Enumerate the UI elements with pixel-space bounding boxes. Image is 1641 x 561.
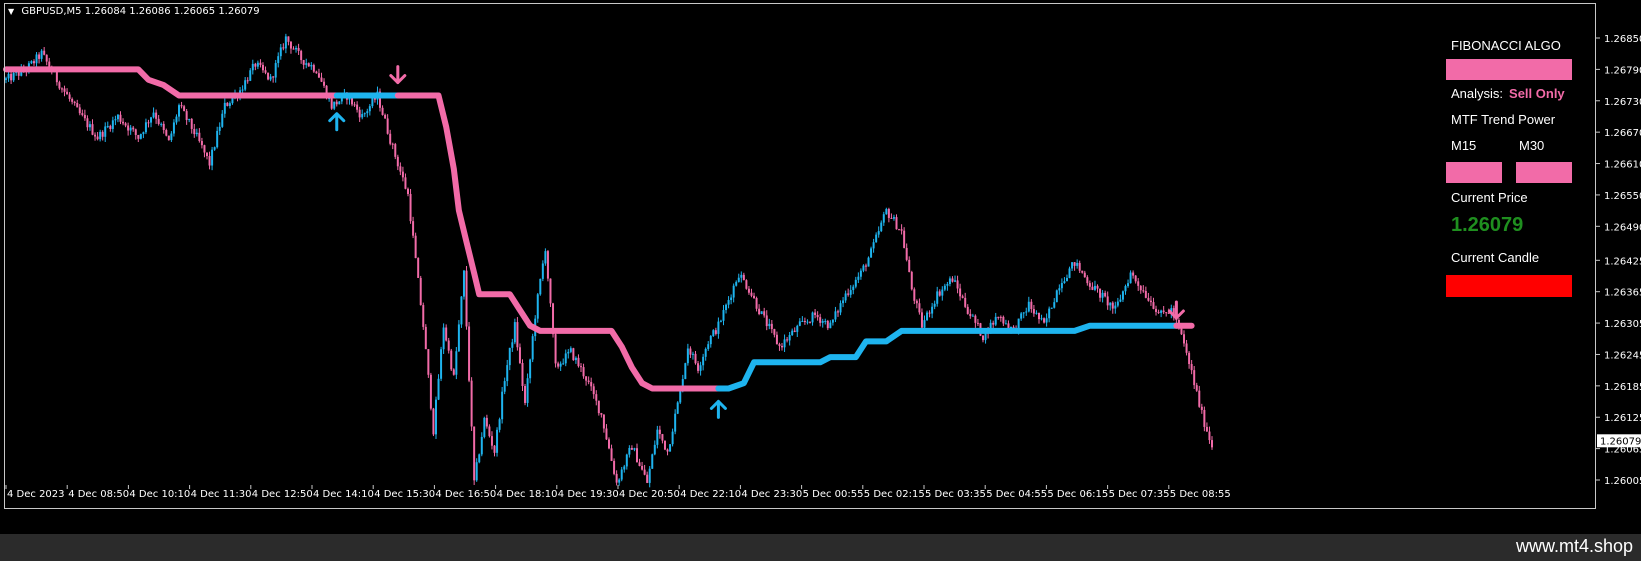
signal-box xyxy=(1446,59,1572,80)
m30-label: M30 xyxy=(1519,138,1545,153)
y-tick-label: 1.26305 xyxy=(1604,319,1641,330)
symbol-header: ▼ GBPUSD,M5 1.26084 1.26086 1.26065 1.26… xyxy=(8,6,260,17)
current-price-label: Current Price xyxy=(1451,190,1528,205)
current-candle-box xyxy=(1446,275,1572,297)
panel-title: FIBONACCI ALGO xyxy=(1451,38,1561,53)
m30-trend-box xyxy=(1516,162,1572,183)
y-tick-label: 1.26365 xyxy=(1604,288,1641,299)
y-tick-label: 1.26550 xyxy=(1604,191,1641,202)
mtf-trend-power-label: MTF Trend Power xyxy=(1451,112,1556,127)
m15-trend-box xyxy=(1446,162,1502,183)
analysis-row: Analysis: Sell Only xyxy=(1451,86,1565,101)
symbol-label: GBPUSD,M5 xyxy=(21,6,82,17)
y-tick-label: 1.26185 xyxy=(1604,382,1641,393)
analysis-value: Sell Only xyxy=(1509,86,1565,101)
dropdown-triangle-icon[interactable]: ▼ xyxy=(8,7,14,16)
y-tick-label: 1.26425 xyxy=(1604,256,1641,267)
y-tick-label: 1.26730 xyxy=(1604,97,1641,108)
chart-window: 1.26850 1.26790 1.26730 1.26670 1.26610 1.265… xyxy=(0,0,1641,534)
y-tick-label: 1.26490 xyxy=(1604,222,1641,233)
m15-label: M15 xyxy=(1451,138,1477,153)
current-candle-label: Current Candle xyxy=(1451,250,1540,265)
watermark-text: www.mt4.shop xyxy=(1515,536,1633,556)
chart-border xyxy=(4,3,1596,509)
y-tick-label: 1.26610 xyxy=(1604,160,1641,171)
footer-bar xyxy=(0,534,1641,561)
ohlc-label: 1.26084 1.26086 1.26065 1.26079 xyxy=(84,6,260,17)
y-tick-label: 1.26790 xyxy=(1604,65,1641,76)
y-tick-label: 1.26850 xyxy=(1604,34,1641,45)
y-tick-label: 1.26670 xyxy=(1604,128,1641,139)
y-tick-label: 1.26245 xyxy=(1604,350,1641,361)
current-price-axis-label: 1.26079 xyxy=(1600,436,1641,447)
y-tick-label: 1.26005 xyxy=(1604,476,1641,487)
y-tick-label: 1.26125 xyxy=(1604,413,1641,424)
analysis-label: Analysis: xyxy=(1451,86,1504,101)
current-price-value: 1.26079 xyxy=(1451,214,1524,236)
